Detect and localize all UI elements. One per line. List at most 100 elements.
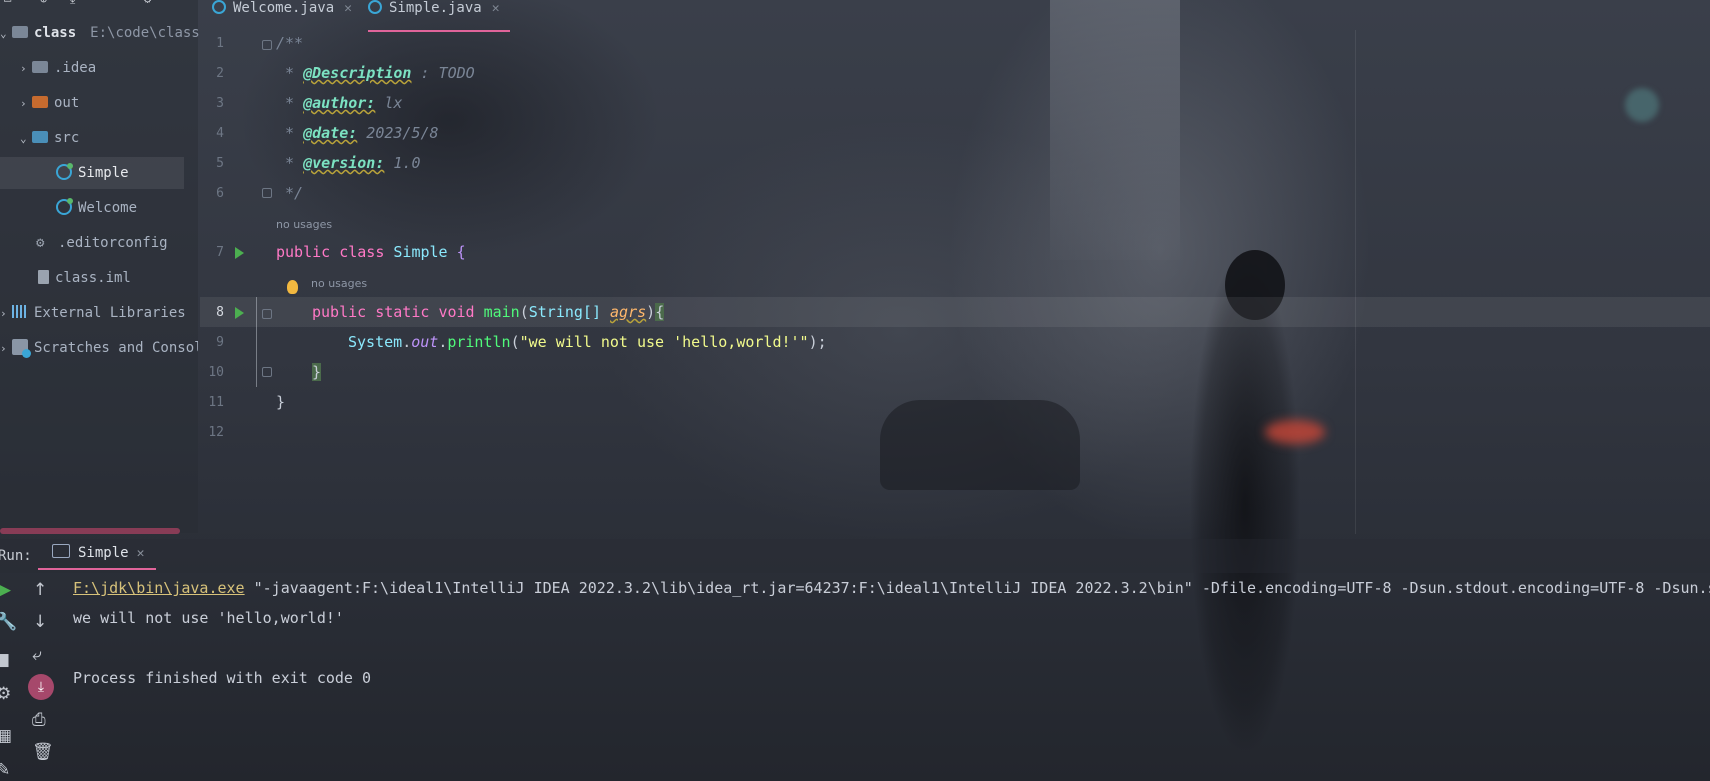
console-line-1[interactable]: F:\jdk\bin\java.exe "-javaagent:F:\ideal… [73, 579, 1710, 597]
chevron-right-icon[interactable]: › [0, 333, 12, 364]
tree-item-label: External Libraries [34, 305, 186, 321]
code-line-3[interactable]: * @author: lx [276, 94, 402, 112]
tree-item-external-libraries[interactable]: › External Libraries [0, 297, 186, 329]
trash-icon[interactable]: 🗑 [32, 742, 54, 762]
line-number: 6 [216, 186, 224, 201]
fold-icon[interactable] [262, 40, 272, 50]
scroll-to-end-icon[interactable]: ⤓ [28, 674, 54, 700]
code-line-8[interactable]: public static void main(String[] agrs){ [312, 303, 665, 321]
fold-icon[interactable] [262, 309, 272, 319]
tab-welcome-java[interactable]: Welcome.java ✕ [212, 0, 352, 30]
tab-label: Welcome.java [233, 0, 335, 16]
project-panel: ▭ ⊕ ⤓ ⌃ ⚙ ⌄ class E:\code\class › .idea › ou… [0, 0, 200, 534]
code-line-5[interactable]: * @version: 1.0 [276, 154, 420, 172]
code-line-6[interactable]: */ [276, 184, 303, 202]
chevron-down-icon[interactable]: ⌄ [0, 18, 12, 50]
tree-item-label: Welcome [78, 200, 138, 216]
down-arrow-icon[interactable]: ↓ [33, 612, 47, 632]
line-number: 1 [216, 36, 224, 51]
horizontal-scrollbar[interactable] [0, 528, 180, 534]
rerun-icon[interactable]: ▶ [0, 580, 11, 600]
right-margin-guide [1355, 30, 1356, 534]
tab-simple-java[interactable]: Simple.java ✕ [368, 0, 510, 32]
chevron-right-icon[interactable]: › [20, 53, 32, 85]
gear-icon: ⚙ [36, 235, 45, 251]
usages-hint[interactable]: no usages [311, 277, 367, 290]
settings-icon[interactable]: ⚙ [0, 684, 11, 704]
line-number: 4 [216, 126, 224, 141]
run-tab-simple[interactable]: Simple ✕ [38, 538, 157, 570]
close-icon[interactable]: ✕ [492, 1, 500, 16]
tree-root-name: class [34, 25, 77, 41]
line-number: 10 [208, 365, 224, 380]
tree-item-label: Scratches and Consoles [34, 340, 198, 356]
tree-item-label: .editorconfig [58, 235, 168, 251]
code-line-4[interactable]: * @date: 2023/5/8 [276, 124, 439, 142]
line-number: 12 [208, 425, 224, 440]
line-number: 8 [216, 305, 224, 320]
close-icon[interactable]: ✕ [137, 546, 145, 561]
gear-icon[interactable]: ⚙ [144, 0, 151, 6]
project-toolbar: ▭ ⊕ ⤓ ⌃ ⚙ [0, 0, 198, 12]
run-class-icon[interactable] [235, 247, 244, 259]
indent-guide [256, 297, 257, 387]
line-number: 11 [208, 395, 224, 410]
console-icon [52, 544, 70, 558]
java-exe-link[interactable]: F:\jdk\bin\java.exe [73, 579, 245, 597]
pin-icon[interactable]: ✎ [0, 760, 10, 780]
java-class-icon [56, 198, 73, 215]
folder-icon [32, 96, 48, 108]
expand-icon[interactable]: ⌃ [104, 0, 111, 6]
console-line-3: Process finished with exit code 0 [73, 669, 372, 687]
up-arrow-icon[interactable]: ↑ [33, 580, 47, 600]
tree-item-class-iml[interactable]: class.iml [38, 262, 131, 294]
tree-item-editorconfig[interactable]: ⚙ .editorconfig [36, 227, 168, 259]
run-label: Run: [0, 548, 32, 564]
line-number: 2 [216, 66, 224, 81]
console-line-2: we will not use 'hello,world!' [73, 609, 344, 627]
chevron-right-icon[interactable]: › [20, 88, 32, 120]
tree-item-src[interactable]: ⌄ src [20, 122, 79, 154]
tree-item-out[interactable]: › out [20, 87, 79, 119]
fold-icon[interactable] [262, 188, 272, 198]
chevron-down-icon[interactable]: ⌄ [20, 123, 32, 155]
tree-item-label: src [54, 130, 80, 146]
folder-icon [32, 131, 48, 143]
lightbulb-icon[interactable] [287, 280, 298, 294]
fold-icon[interactable] [262, 367, 272, 377]
line-number: 5 [216, 156, 224, 171]
line-number: 9 [216, 335, 224, 350]
stop-icon[interactable]: ■ [0, 650, 10, 670]
locate-icon[interactable]: ⊕ [40, 0, 47, 6]
file-icon [38, 270, 49, 284]
folder-icon [32, 61, 48, 73]
print-icon[interactable]: ⎙ [32, 710, 46, 730]
soft-wrap-icon[interactable]: ⤶ [32, 645, 42, 665]
line-number: 3 [216, 96, 224, 111]
collapse-icon[interactable]: ⤓ [70, 0, 75, 7]
close-icon[interactable]: ✕ [344, 1, 352, 16]
chevron-right-icon[interactable]: › [0, 298, 12, 330]
tree-item-label: class.iml [55, 270, 131, 286]
code-line-10[interactable]: } [312, 363, 322, 381]
run-panel-header [0, 539, 1710, 573]
wrench-icon[interactable]: 🔧 [0, 612, 17, 632]
tree-root[interactable]: ⌄ class E:\code\class [0, 17, 200, 49]
code-line-11[interactable]: } [276, 393, 285, 411]
tree-item-idea[interactable]: › .idea [20, 52, 96, 84]
run-main-icon[interactable] [235, 307, 244, 319]
usages-hint[interactable]: no usages [276, 218, 332, 231]
code-line-7[interactable]: public class Simple { [276, 243, 466, 261]
run-tab-label: Simple [78, 545, 129, 561]
tree-item-simple[interactable]: Simple [0, 157, 184, 189]
tree-item-welcome[interactable]: Welcome [56, 192, 137, 224]
project-view-icon[interactable]: ▭ [4, 0, 11, 6]
layout-icon[interactable]: ▦ [0, 726, 12, 746]
folder-icon [12, 26, 28, 38]
tree-item-scratches[interactable]: › Scratches and Consoles [0, 332, 198, 364]
code-line-2[interactable]: * @Description : TODO [276, 64, 475, 82]
code-line-1[interactable]: /** [276, 34, 303, 52]
java-class-icon [212, 0, 226, 14]
java-class-icon [368, 0, 382, 14]
code-line-9[interactable]: System.out.println("we will not use 'hel… [348, 333, 827, 351]
